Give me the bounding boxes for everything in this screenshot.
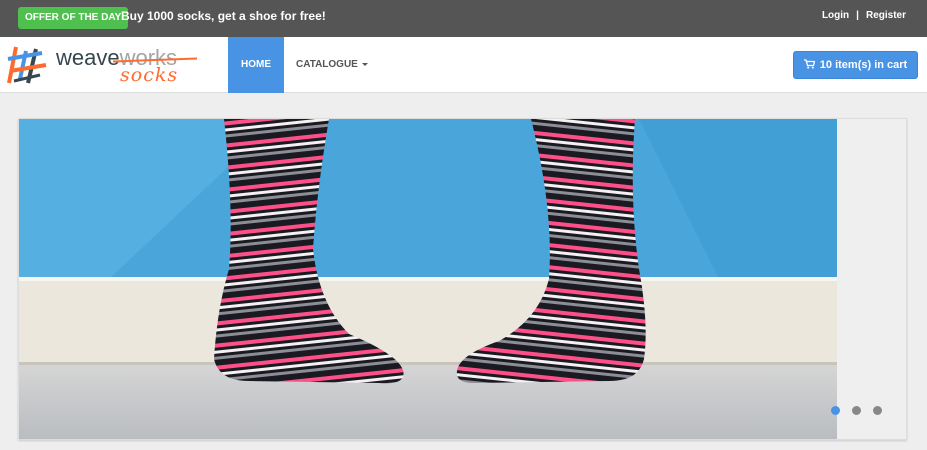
- brand-logo[interactable]: weaveworks socks: [6, 45, 198, 86]
- offer-text: Buy 1000 socks, get a shoe for free!: [121, 9, 326, 23]
- offer-badge[interactable]: OFFER OF THE DAY: [18, 7, 129, 29]
- carousel-dot-1[interactable]: [831, 406, 840, 415]
- hero-carousel: [18, 118, 907, 440]
- nav-catalogue[interactable]: CATALOGUE: [296, 37, 368, 93]
- weaveworks-logo-icon: [7, 46, 47, 84]
- brand-sub: socks: [120, 64, 179, 86]
- cart-label: 10 item(s) in cart: [819, 59, 908, 71]
- account-links: Login | Register: [822, 10, 906, 21]
- cart-button[interactable]: 10 item(s) in cart: [793, 51, 918, 79]
- brand-name-part1: weave: [56, 45, 120, 70]
- caret-down-icon: [361, 62, 368, 66]
- main-navbar: weaveworks socks HOME CATALOGUE 10 item(…: [0, 37, 927, 93]
- login-link[interactable]: Login: [822, 10, 849, 21]
- link-separator: |: [856, 10, 859, 21]
- nav-catalogue-label: CATALOGUE: [296, 59, 358, 70]
- nav-home[interactable]: HOME: [228, 37, 284, 93]
- striped-socks-image: [19, 119, 837, 439]
- hero-slide[interactable]: [19, 119, 837, 439]
- top-bar: OFFER OF THE DAY Buy 1000 socks, get a s…: [0, 0, 927, 37]
- carousel-indicators: [831, 406, 891, 416]
- register-link[interactable]: Register: [866, 10, 906, 21]
- shopping-cart-icon: [803, 59, 816, 69]
- carousel-dot-3[interactable]: [873, 406, 882, 415]
- carousel-dot-2[interactable]: [852, 406, 861, 415]
